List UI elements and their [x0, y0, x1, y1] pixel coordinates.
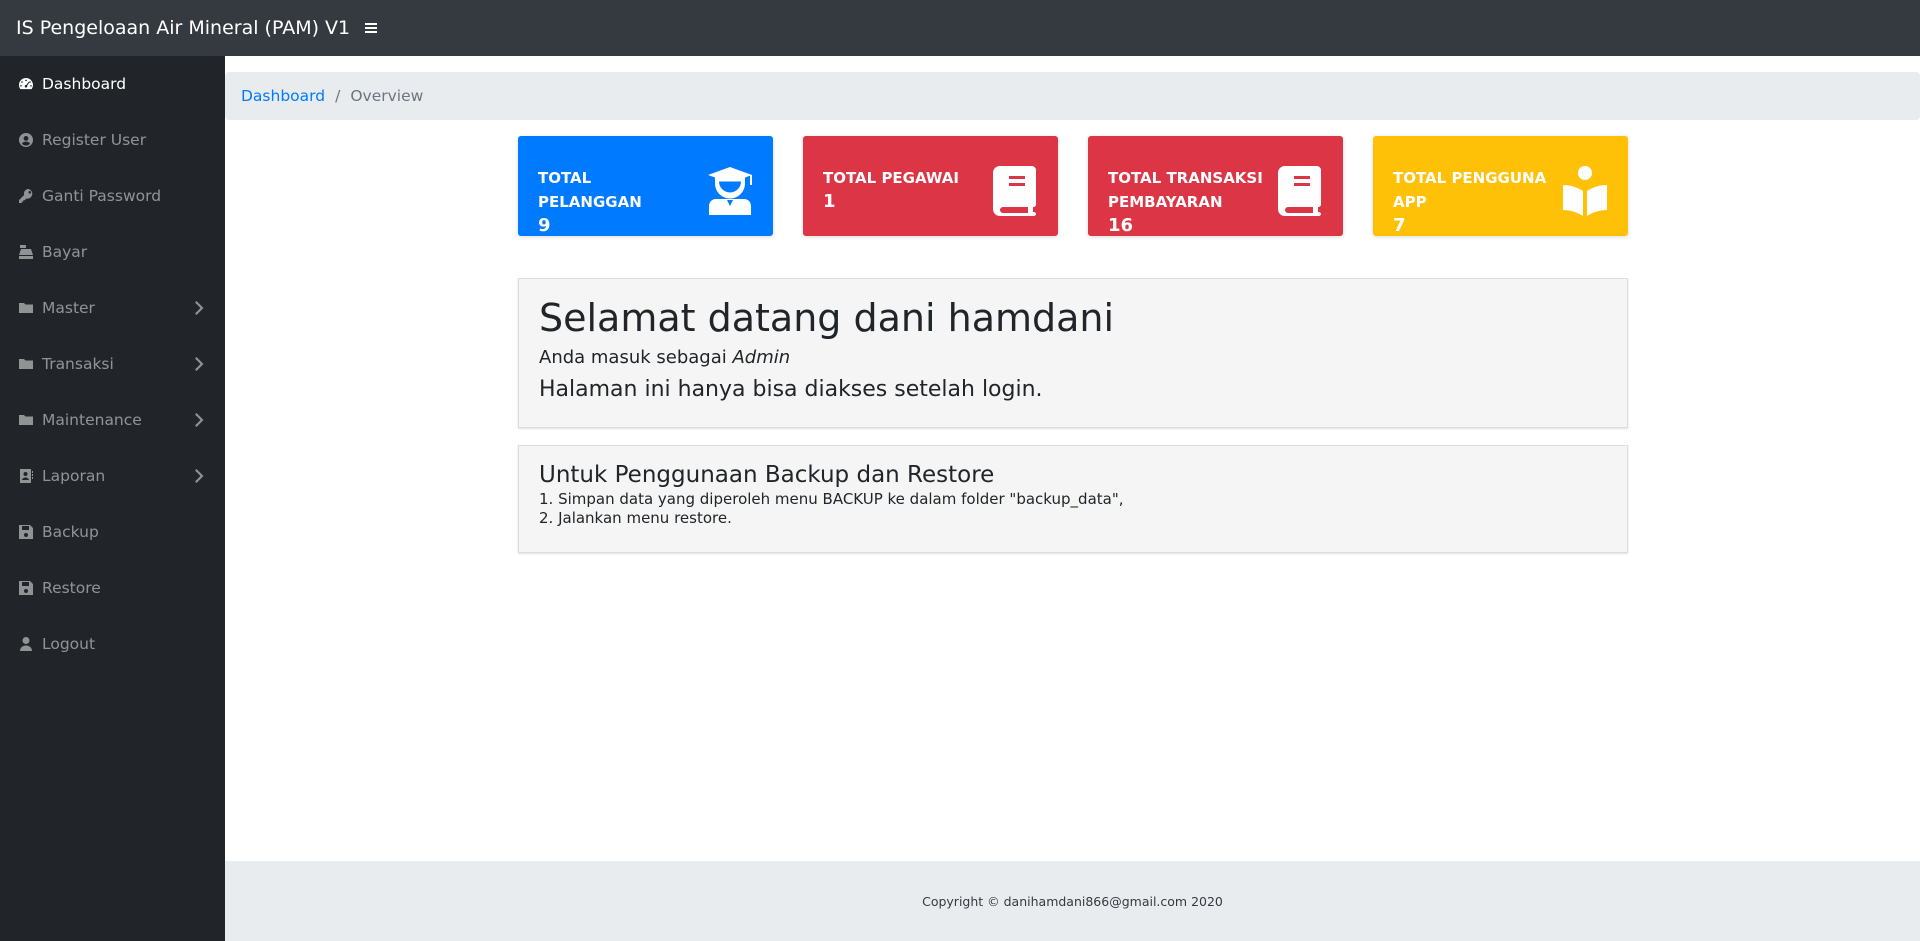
sidebar-item-laporan[interactable]: Laporan	[0, 448, 225, 504]
stat-card-transaksi[interactable]: TOTAL TRANSAKSI PEMBAYARAN 16	[1088, 136, 1343, 236]
app-title[interactable]: IS Pengeloaan Air Mineral (PAM) V1	[16, 17, 350, 39]
welcome-heading: Selamat datang dani hamdani	[539, 296, 1115, 340]
stat-card-title: TOTAL PELANGGAN	[538, 169, 642, 211]
sidebar-item-label: Laporan	[42, 467, 106, 485]
copyright-text: Copyright © danihamdani866@gmail.com 202…	[922, 893, 1223, 909]
sidebar-item-bayar[interactable]: Bayar	[0, 224, 225, 280]
stat-cards: TOTAL PELANGGAN 9 TOTAL PEGAWAI 1 TOTAL …	[518, 136, 1628, 236]
footer: Copyright © danihamdani866@gmail.com 202…	[225, 861, 1920, 941]
breadcrumb-link-dashboard[interactable]: Dashboard	[241, 87, 325, 105]
sidebar-item-backup[interactable]: Backup	[0, 504, 225, 560]
sidebar-item-transaksi[interactable]: Transaksi	[0, 336, 225, 392]
sidebar-item-restore[interactable]: Restore	[0, 560, 225, 616]
chevron-right-icon	[191, 301, 205, 315]
backup-info-panel: Untuk Penggunaan Backup dan Restore 1. S…	[518, 445, 1628, 553]
backup-step-1: 1. Simpan data yang diperoleh menu BACKU…	[539, 490, 1124, 508]
stat-card-pegawai[interactable]: TOTAL PEGAWAI 1	[803, 136, 1058, 236]
sidebar-item-ganti-password[interactable]: Ganti Password	[0, 168, 225, 224]
sidebar-item-register-user[interactable]: Register User	[0, 112, 225, 168]
stat-card-value: 7	[1393, 215, 1406, 236]
save-icon	[18, 580, 34, 596]
book-icon	[992, 165, 1038, 217]
stat-card-value: 9	[538, 215, 551, 236]
folder-icon	[18, 412, 34, 428]
folder-icon	[18, 300, 34, 316]
role-name: Admin	[732, 347, 791, 368]
sidebar: Dashboard Register User Ganti Password B…	[0, 56, 225, 941]
stat-card-pelanggan[interactable]: TOTAL PELANGGAN 9	[518, 136, 773, 236]
chevron-right-icon	[191, 469, 205, 483]
stat-card-title: TOTAL PEGAWAI	[823, 169, 959, 187]
access-note: Halaman ini hanya bisa diakses setelah l…	[539, 377, 1043, 402]
folder-icon	[18, 356, 34, 372]
sidebar-item-label: Register User	[42, 131, 147, 149]
tachometer-icon	[18, 76, 34, 92]
key-icon	[18, 188, 34, 204]
welcome-panel: Selamat datang dani hamdani Anda masuk s…	[518, 278, 1628, 428]
sidebar-item-label: Master	[42, 299, 95, 317]
sidebar-item-master[interactable]: Master	[0, 280, 225, 336]
book-reader-icon	[1562, 165, 1608, 217]
hamburger-icon[interactable]	[364, 20, 380, 36]
sidebar-item-label: Bayar	[42, 243, 88, 261]
stat-card-value: 16	[1108, 215, 1134, 236]
address-book-icon	[18, 468, 34, 484]
sidebar-item-label: Dashboard	[42, 75, 127, 93]
sidebar-item-label: Transaksi	[42, 355, 114, 373]
book-icon	[1277, 165, 1323, 217]
sidebar-item-label: Logout	[42, 635, 96, 653]
stat-card-title: TOTAL PENGGUNA APP	[1393, 169, 1547, 211]
chevron-right-icon	[191, 413, 205, 427]
sidebar-item-label: Maintenance	[42, 411, 142, 429]
sidebar-item-maintenance[interactable]: Maintenance	[0, 392, 225, 448]
main-content: Dashboard / Overview TOTAL PELANGGAN 9 T…	[225, 56, 1920, 941]
chevron-right-icon	[191, 357, 205, 371]
breadcrumb-separator: /	[335, 87, 341, 105]
user-circle-icon	[18, 132, 34, 148]
breadcrumb: Dashboard / Overview	[225, 72, 1920, 120]
sidebar-item-label: Restore	[42, 579, 101, 597]
stat-card-pengguna[interactable]: TOTAL PENGGUNA APP 7	[1373, 136, 1628, 236]
save-icon	[18, 524, 34, 540]
breadcrumb-current: Overview	[350, 87, 424, 105]
sidebar-item-label: Backup	[42, 523, 99, 541]
sidebar-item-label: Ganti Password	[42, 187, 162, 205]
top-navbar: IS Pengeloaan Air Mineral (PAM) V1	[0, 0, 1920, 56]
backup-step-2: 2. Jalankan menu restore.	[539, 509, 732, 527]
user-icon	[18, 636, 34, 652]
user-graduate-icon	[707, 165, 753, 217]
sidebar-item-logout[interactable]: Logout	[0, 616, 225, 672]
cash-register-icon	[18, 244, 34, 260]
backup-heading: Untuk Penggunaan Backup dan Restore	[539, 462, 995, 488]
role-prefix: Anda masuk sebagai	[539, 347, 733, 368]
stat-card-title: TOTAL TRANSAKSI PEMBAYARAN	[1108, 169, 1263, 211]
role-line: Anda masuk sebagai Admin	[539, 345, 1607, 371]
sidebar-item-dashboard[interactable]: Dashboard	[0, 56, 225, 112]
